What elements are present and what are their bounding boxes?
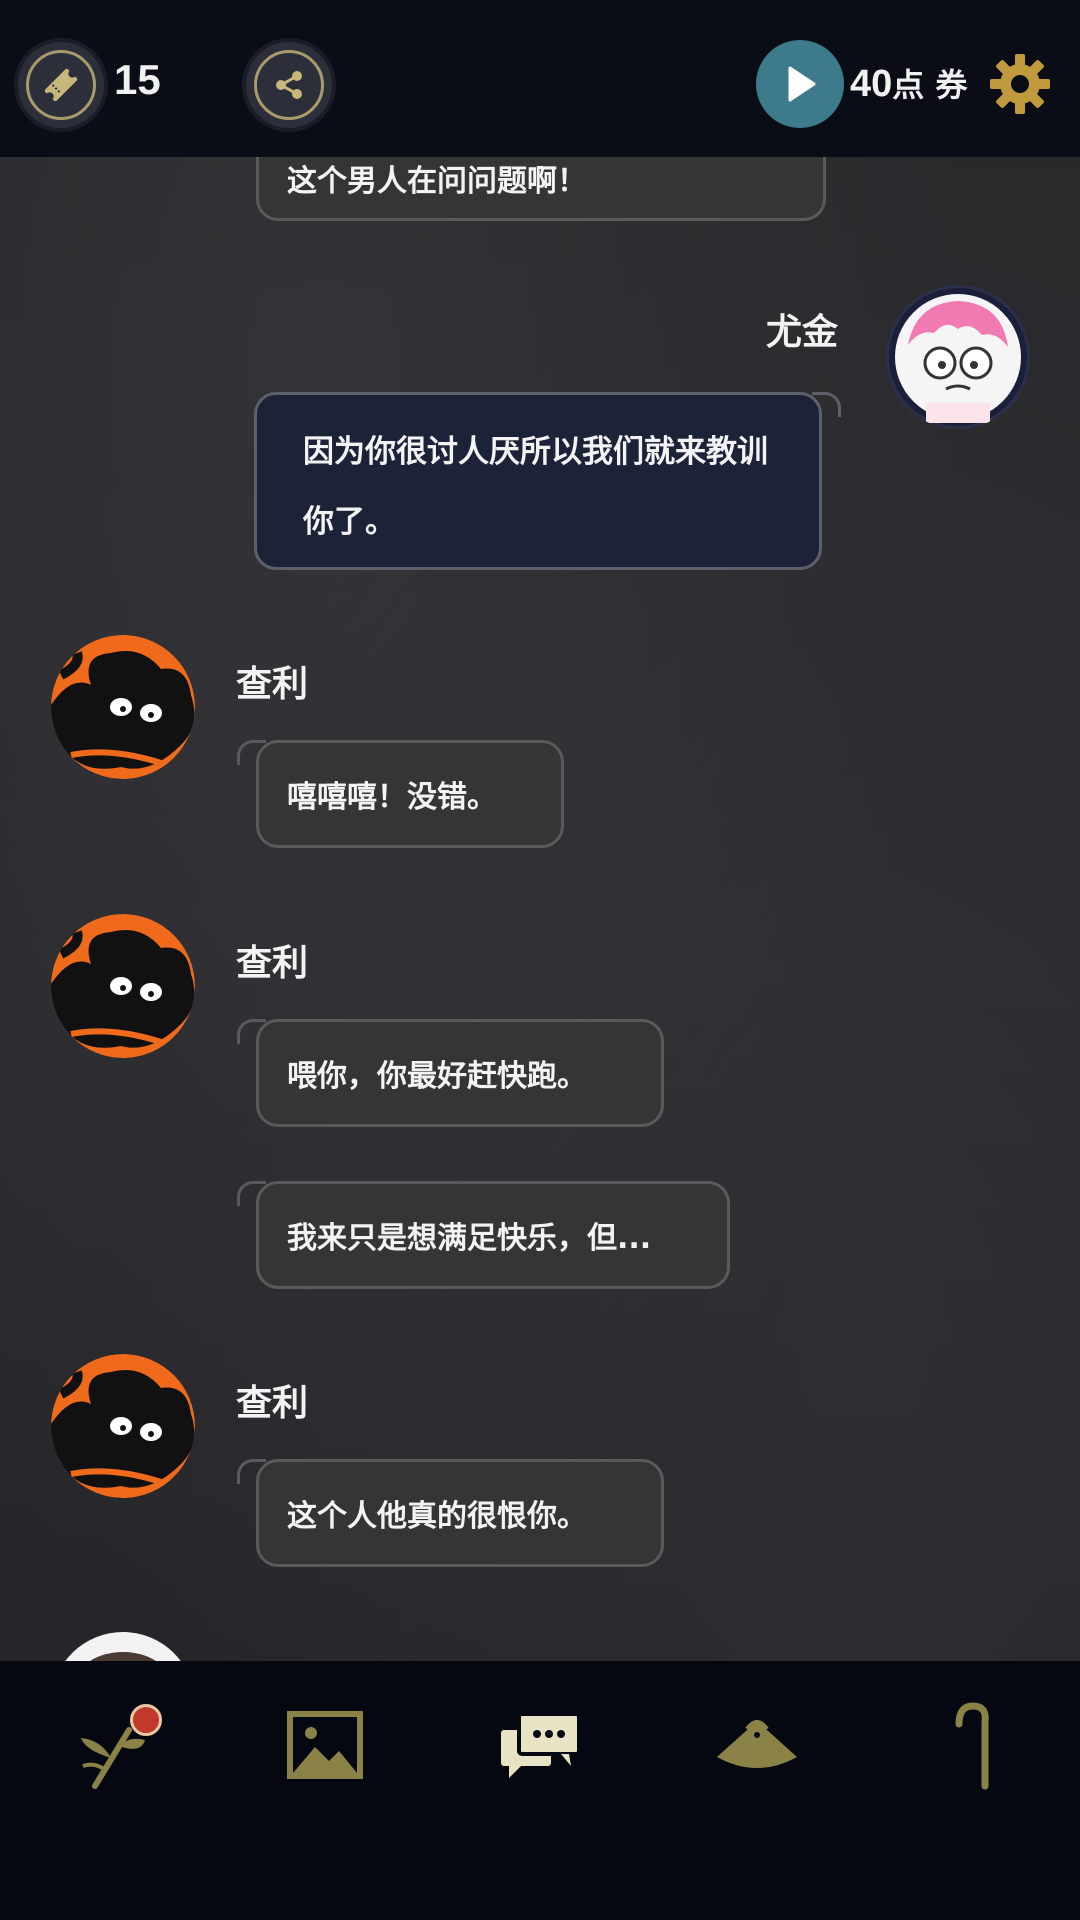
play-icon <box>788 66 816 102</box>
message-bubble: 喂你，你最好赶快跑。 <box>237 1019 664 1127</box>
charlie-avatar[interactable] <box>51 635 195 779</box>
message-text: 喂你，你最好赶快跑。 <box>287 1059 587 1094</box>
nav-cane[interactable] <box>930 1700 1020 1790</box>
speaker-name: 尤金 <box>766 312 839 353</box>
watch-ad-play-button[interactable] <box>756 40 844 128</box>
charlie-avatar[interactable] <box>51 914 195 1058</box>
cane-icon <box>955 1702 989 1790</box>
nav-chat[interactable] <box>496 1700 586 1790</box>
points-display: 40点 券 <box>850 60 967 106</box>
chat-log[interactable]: 这个男人在问问题啊！ 尤金 因为你很讨人厌所以我们就来教训你了。 查利 嘻嘻嘻！… <box>0 157 1080 1661</box>
points-unit: 点 券 <box>892 66 968 104</box>
speaker-name: 查利 <box>236 943 309 984</box>
message-bubble: 我来只是想满足快乐，但... <box>237 1181 730 1289</box>
speaker-name: 查利 <box>236 1383 309 1424</box>
nav-flower-branch[interactable] <box>70 1700 162 1790</box>
message-bubble: 这个人他真的很恨你。 <box>237 1459 664 1567</box>
next-speaker-avatar <box>51 1632 195 1661</box>
message-text: 这个男人在问问题啊！ <box>287 164 587 199</box>
ticket-button[interactable] <box>14 38 108 132</box>
points-value: 40 <box>850 63 893 105</box>
ticket-count: 15 <box>114 56 161 103</box>
notification-badge <box>130 1704 162 1736</box>
top-bar: 15 40点 券 <box>0 0 1080 157</box>
straw-hat-icon <box>717 1720 797 1768</box>
chat-bubbles-icon <box>501 1712 581 1778</box>
ticket-icon <box>26 50 96 120</box>
message-text: 因为你很讨人厌所以我们就来教训你了。 <box>303 434 768 540</box>
eugene-avatar[interactable] <box>886 285 1030 429</box>
message-bubble: 这个男人在问问题啊！ <box>256 157 826 221</box>
charlie-avatar[interactable] <box>51 1354 195 1498</box>
share-icon <box>254 50 324 120</box>
message-text: 我来只是想满足快乐，但... <box>287 1221 652 1256</box>
speaker-name: 查利 <box>236 664 309 705</box>
message-text: 这个人他真的很恨你。 <box>287 1499 587 1534</box>
message-bubble-self: 因为你很讨人厌所以我们就来教训你了。 <box>254 392 841 570</box>
message-text: 嘻嘻嘻！没错。 <box>287 780 497 815</box>
share-button[interactable] <box>242 38 336 132</box>
nav-gallery[interactable] <box>280 1700 370 1790</box>
message-bubble: 嘻嘻嘻！没错。 <box>237 740 564 848</box>
gallery-image-icon <box>287 1711 363 1779</box>
gear-icon[interactable] <box>988 52 1052 116</box>
nav-hat[interactable] <box>712 1700 802 1790</box>
